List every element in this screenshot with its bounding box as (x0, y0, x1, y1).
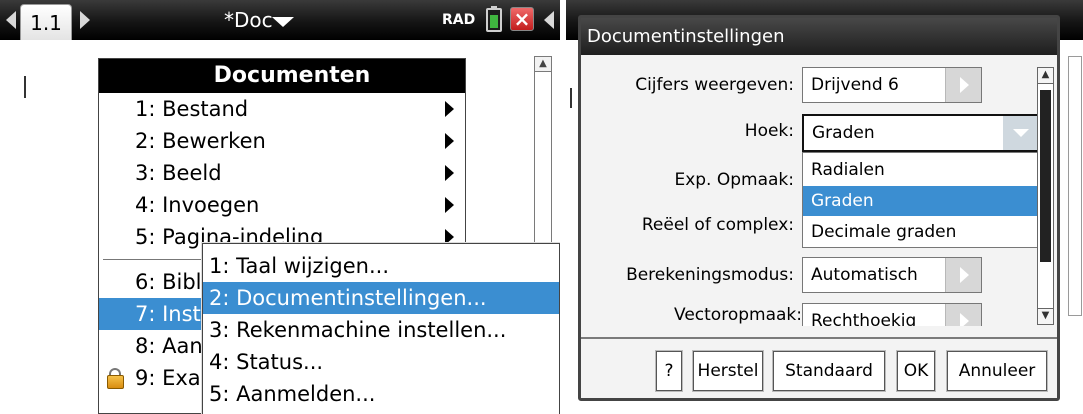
help-button[interactable]: ? (656, 351, 682, 391)
submenu-item-label: 1: Taal wijzigen... (209, 254, 389, 278)
document-settings-dialog: Documentinstellingen Cijfers weergeven: … (578, 15, 1060, 401)
page-tab[interactable]: 1.1 (20, 4, 72, 40)
page-prev-icon[interactable] (6, 11, 16, 29)
arrow-right-icon (960, 313, 969, 326)
submenu-item-label: 5: Aanmelden... (209, 382, 376, 406)
vector-format-value: Rechthoekig (811, 311, 917, 326)
scroll-up-icon[interactable]: ▲ (1037, 67, 1054, 84)
chevron-down-icon (1013, 129, 1029, 137)
scroll-up-icon[interactable]: ▲ (534, 56, 552, 72)
angle-mode-indicator: RAD (442, 12, 476, 28)
calc-mode-arrow[interactable] (945, 258, 981, 292)
doc-scrollbar[interactable] (534, 56, 552, 252)
option-graden[interactable]: Graden (803, 186, 1038, 216)
submenu-item-label: 3: Rekenmachine instellen... (209, 318, 507, 342)
submenu-arrow-icon (445, 101, 454, 117)
menu-item-bestand[interactable]: 1: Bestand (99, 93, 465, 125)
restore-button[interactable]: Herstel (693, 351, 763, 391)
menu-item-bewerken[interactable]: 2: Bewerken (99, 125, 465, 157)
angle-dropdown-list: Radialen Graden Decimale graden (802, 152, 1041, 248)
submenu-item-taal-wijzigen[interactable]: 1: Taal wijzigen... (203, 250, 559, 282)
scroll-thumb[interactable] (1040, 90, 1051, 262)
digits-value: Drijvend 6 (811, 75, 899, 95)
background-cursor (570, 88, 572, 108)
field-label-angle: Hoek: (744, 121, 794, 141)
vector-format-arrow[interactable] (945, 304, 981, 326)
dialog-separator (581, 337, 1057, 339)
scroll-down-icon[interactable]: ▼ (1037, 308, 1054, 325)
ok-button[interactable]: OK (897, 351, 935, 391)
angle-value: Graden (812, 123, 875, 143)
text-cursor (24, 76, 26, 98)
doc-menu-chevron-icon[interactable] (272, 17, 294, 27)
option-radialen[interactable]: Radialen (803, 155, 1038, 185)
dialog-scrollbar[interactable] (1037, 67, 1054, 325)
row-vector-clip: Vectoropmaak: Rechthoekig (581, 300, 1047, 326)
calc-mode-select[interactable]: Automatisch (802, 257, 982, 293)
angle-dropdown-arrow[interactable] (1003, 116, 1039, 150)
page-tab-label: 1.1 (30, 11, 62, 35)
lock-icon (107, 375, 124, 389)
dialog-title: Documentinstellingen (581, 18, 1057, 55)
default-button[interactable]: Standaard (773, 351, 885, 391)
arrow-right-icon (960, 267, 969, 283)
submenu-item-status[interactable]: 4: Status... (203, 346, 559, 378)
submenu-item-label: 4: Status... (209, 350, 324, 374)
vector-format-select[interactable]: Rechthoekig (802, 303, 982, 326)
field-label-real-complex: Reëel of complex: (641, 215, 794, 235)
menu-title: Documenten (99, 59, 465, 93)
page-next-icon[interactable] (80, 11, 90, 29)
menu-item-label: 2: Bewerken (135, 129, 266, 153)
battery-icon (486, 8, 502, 32)
settings-submenu: 1: Taal wijzigen... 2: Documentinstellin… (202, 243, 560, 414)
menu-item-invoegen[interactable]: 4: Invoegen (99, 189, 465, 221)
field-label-calc-mode: Berekeningsmodus: (626, 265, 794, 285)
next-panel-arrow-icon (544, 11, 554, 29)
right-screen: Documentinstellingen Cijfers weergeven: … (566, 0, 1083, 414)
arrow-right-icon (960, 77, 969, 93)
submenu-item-aanmelden[interactable]: 5: Aanmelden... (203, 378, 559, 410)
menu-item-label: 3: Beeld (135, 161, 222, 185)
cancel-button[interactable]: Annuleer (947, 351, 1047, 391)
submenu-item-rekenmachine-instellen[interactable]: 3: Rekenmachine instellen... (203, 314, 559, 346)
left-screen: 1.1 *Doc RAD × ▲ Documenten 1: Bestand 2… (0, 0, 560, 414)
field-label-vector-format: Vectoropmaak: (674, 305, 802, 325)
doc-title: *Doc (224, 8, 273, 32)
digits-arrow[interactable] (945, 68, 981, 102)
background-scrollbar (1068, 56, 1082, 316)
submenu-item-label: 2: Documentinstellingen... (209, 286, 487, 310)
close-icon[interactable]: × (510, 7, 534, 31)
submenu-arrow-icon (445, 165, 454, 181)
field-label-exp-format: Exp. Opmaak: (674, 170, 794, 190)
submenu-arrow-icon (445, 197, 454, 213)
submenu-arrow-icon (445, 133, 454, 149)
submenu-item-documentinstellingen[interactable]: 2: Documentinstellingen... (203, 282, 559, 314)
option-decimale-graden[interactable]: Decimale graden (803, 217, 1038, 247)
calc-mode-value: Automatisch (811, 265, 918, 285)
angle-select[interactable]: Graden (802, 114, 1041, 152)
field-label-digits: Cijfers weergeven: (635, 75, 794, 95)
menu-item-label: 4: Invoegen (135, 193, 260, 217)
menu-item-beeld[interactable]: 3: Beeld (99, 157, 465, 189)
digits-select[interactable]: Drijvend 6 (802, 67, 982, 103)
menu-item-label: 1: Bestand (135, 97, 249, 121)
